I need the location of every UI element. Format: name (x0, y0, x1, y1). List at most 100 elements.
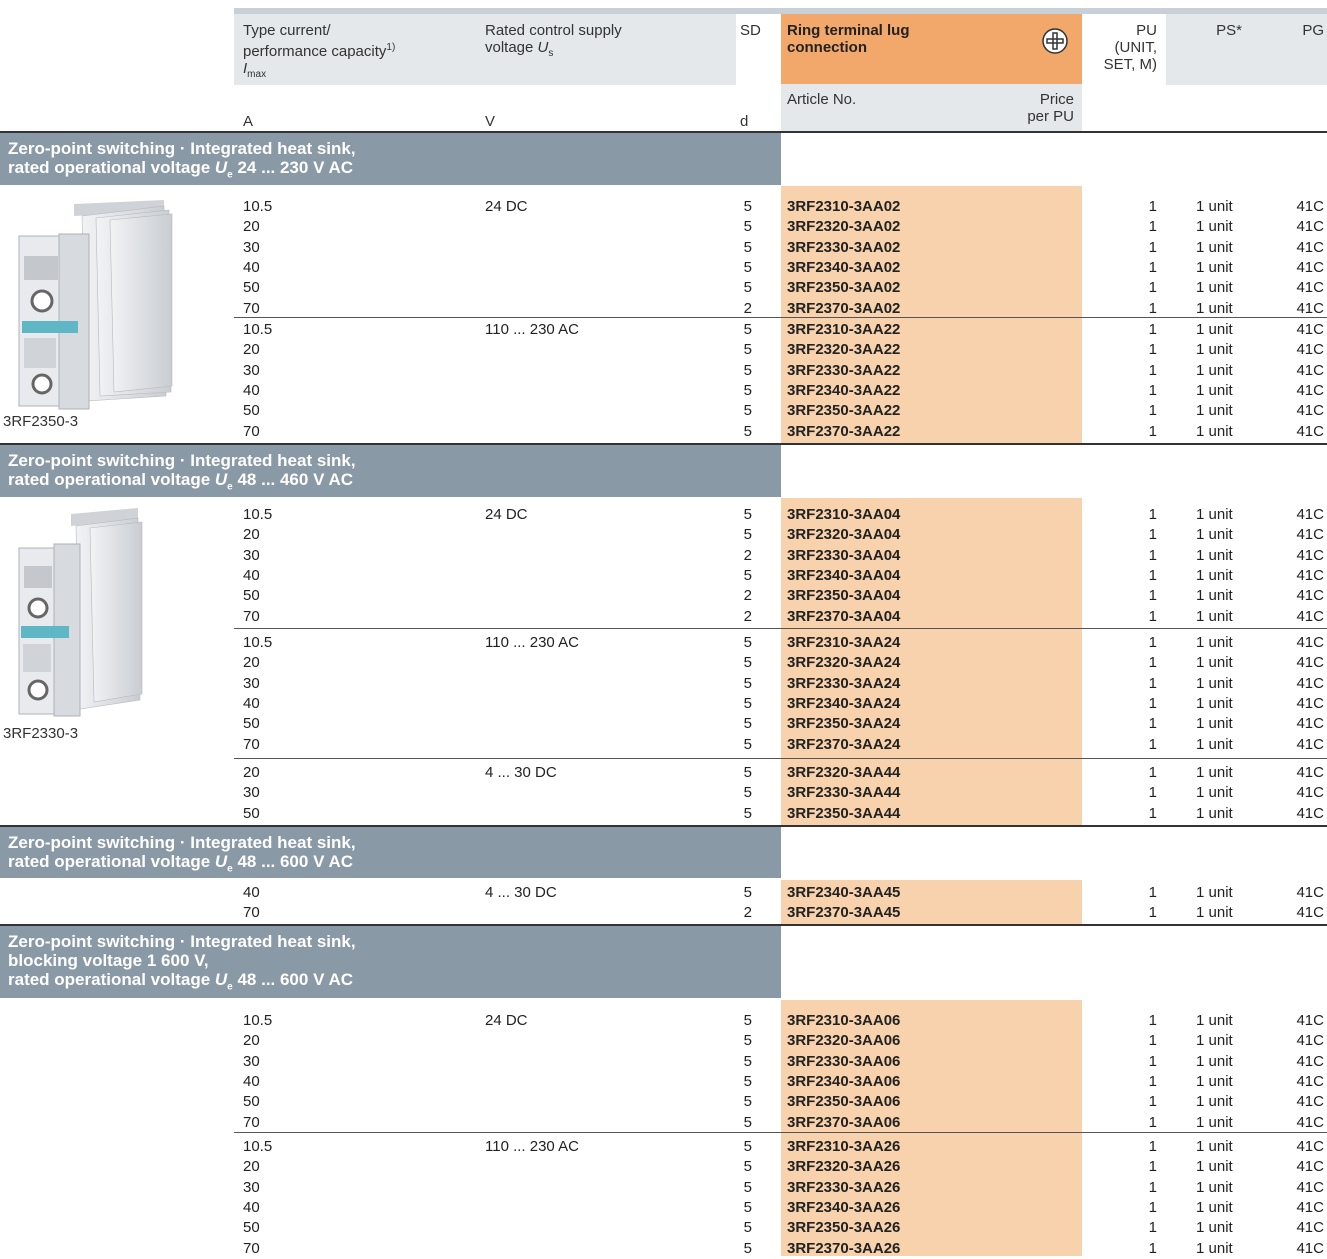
pg-cell: 41C (1296, 402, 1324, 420)
group-rule (234, 628, 1327, 629)
current-cell: 20 (243, 654, 260, 672)
voltage-cell: 110 ... 230 AC (485, 321, 579, 338)
table-row: 70 2 3RF2370-3AA04 1 1 unit 41C (0, 607, 1327, 627)
table-row: 70 5 3RF2370-3AA22 1 1 unit 41C (0, 422, 1327, 442)
sd-cell: 5 (743, 1138, 752, 1155)
article-number-cell: 3RF2320-3AA04 (787, 526, 901, 544)
sd-cell: 2 (743, 607, 752, 625)
pu-cell: 1 (1148, 218, 1157, 236)
table-row: 70 5 3RF2370-3AA24 1 1 unit 41C (0, 735, 1327, 755)
ps-cell: 1 unit (1196, 506, 1233, 523)
ps-cell: 1 unit (1196, 607, 1233, 625)
ps-cell: 1 unit (1196, 341, 1233, 359)
pg-cell: 41C (1296, 321, 1324, 338)
pu-cell: 1 (1148, 804, 1157, 822)
article-number-cell: 3RF2340-3AA24 (787, 694, 901, 712)
pg-cell: 41C (1296, 694, 1324, 712)
pu-cell: 1 (1148, 1093, 1157, 1111)
current-cell: 50 (243, 402, 260, 420)
article-number-cell: 3RF2370-3AA22 (787, 422, 901, 440)
sd-cell: 5 (743, 566, 752, 584)
pu-cell: 1 (1148, 238, 1157, 256)
article-number-cell: 3RF2370-3AA02 (787, 299, 901, 317)
table-row: 10.5 110 ... 230 AC 5 3RF2310-3AA24 1 1 unit 4… (0, 633, 1327, 653)
current-cell: 50 (243, 1219, 260, 1237)
voltage-cell: 24 DC (485, 506, 528, 523)
current-cell: 20 (243, 218, 260, 236)
current-cell: 10.5 (243, 1138, 273, 1155)
current-cell: 20 (243, 1032, 260, 1050)
article-number-cell: 3RF2320-3AA02 (787, 218, 901, 236)
pg-cell: 41C (1296, 279, 1324, 297)
sd-cell: 5 (743, 279, 752, 297)
sd-cell: 5 (743, 1113, 752, 1131)
ps-cell: 1 unit (1196, 735, 1233, 753)
article-number-cell: 3RF2350-3AA02 (787, 279, 901, 297)
table-row: 30 5 3RF2330-3AA24 1 1 unit 41C (0, 674, 1327, 694)
voltage-cell: 24 DC (485, 1012, 528, 1029)
pg-cell: 41C (1296, 1032, 1324, 1050)
article-number-cell: 3RF2310-3AA26 (787, 1138, 901, 1155)
ps-cell: 1 unit (1196, 764, 1233, 781)
table-row: 10.5 110 ... 230 AC 5 3RF2310-3AA26 1 1 unit 4… (0, 1137, 1327, 1157)
table-row: 30 2 3RF2330-3AA04 1 1 unit 41C (0, 546, 1327, 566)
table-row: 20 5 3RF2320-3AA22 1 1 unit 41C (0, 340, 1327, 360)
col-article-header: Article No. (787, 91, 857, 108)
sd-cell: 5 (743, 715, 752, 733)
ps-cell: 1 unit (1196, 1052, 1233, 1070)
col-price-header: Price per PU (1027, 91, 1074, 125)
ps-cell: 1 unit (1196, 654, 1233, 672)
table-row: 20 5 3RF2320-3AA26 1 1 unit 41C (0, 1157, 1327, 1177)
sd-cell: 5 (743, 321, 752, 338)
ps-cell: 1 unit (1196, 784, 1233, 802)
current-cell: 70 (243, 299, 260, 317)
pu-cell: 1 (1148, 904, 1157, 922)
sd-cell: 2 (743, 904, 752, 922)
table-row: 40 5 3RF2340-3AA26 1 1 unit 41C (0, 1198, 1327, 1218)
voltage-cell: 4 ... 30 DC (485, 884, 557, 901)
current-cell: 70 (243, 422, 260, 440)
current-cell: 40 (243, 566, 260, 584)
ps-cell: 1 unit (1196, 1198, 1233, 1216)
current-cell: 10.5 (243, 1012, 273, 1029)
ps-cell: 1 unit (1196, 361, 1233, 379)
article-number-cell: 3RF2330-3AA06 (787, 1052, 901, 1070)
pu-cell: 1 (1148, 634, 1157, 651)
article-number-cell: 3RF2330-3AA22 (787, 361, 901, 379)
article-number-cell: 3RF2340-3AA22 (787, 381, 901, 399)
pu-cell: 1 (1148, 1178, 1157, 1196)
table-row: 20 5 3RF2320-3AA04 1 1 unit 41C (0, 525, 1327, 545)
current-cell: 10.5 (243, 634, 273, 651)
article-number-cell: 3RF2350-3AA24 (787, 715, 901, 733)
current-cell: 40 (243, 884, 260, 901)
pu-cell: 1 (1148, 381, 1157, 399)
ps-cell: 1 unit (1196, 1113, 1233, 1131)
pu-cell: 1 (1148, 674, 1157, 692)
table-row: 10.5 24 DC 5 3RF2310-3AA06 1 1 unit 41C (0, 1011, 1327, 1031)
pu-cell: 1 (1148, 607, 1157, 625)
pg-cell: 41C (1296, 218, 1324, 236)
sd-cell: 5 (743, 1178, 752, 1196)
ps-cell: 1 unit (1196, 884, 1233, 901)
pu-cell: 1 (1148, 587, 1157, 605)
pg-cell: 41C (1296, 884, 1324, 901)
pu-cell: 1 (1148, 198, 1157, 215)
current-cell: 50 (243, 804, 260, 822)
ps-cell: 1 unit (1196, 381, 1233, 399)
pu-cell: 1 (1148, 341, 1157, 359)
sd-cell: 2 (743, 587, 752, 605)
article-number-cell: 3RF2370-3AA45 (787, 904, 901, 922)
ps-cell: 1 unit (1196, 1093, 1233, 1111)
current-cell: 10.5 (243, 506, 273, 523)
pu-cell: 1 (1148, 884, 1157, 901)
ps-cell: 1 unit (1196, 674, 1233, 692)
sd-cell: 5 (743, 784, 752, 802)
ps-cell: 1 unit (1196, 422, 1233, 440)
pg-cell: 41C (1296, 784, 1324, 802)
ps-cell: 1 unit (1196, 1012, 1233, 1029)
sd-cell: 5 (743, 654, 752, 672)
current-cell: 70 (243, 735, 260, 753)
current-cell: 40 (243, 1198, 260, 1216)
pu-cell: 1 (1148, 279, 1157, 297)
pg-cell: 41C (1296, 1138, 1324, 1155)
